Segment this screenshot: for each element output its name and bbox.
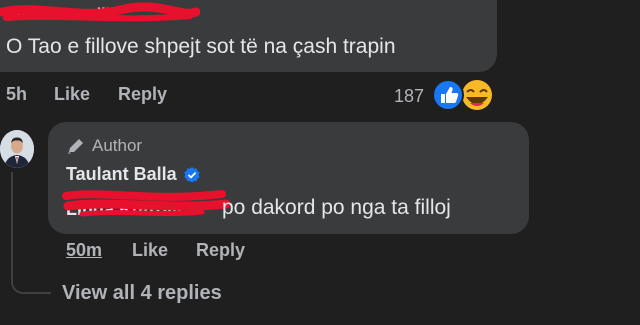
verified-badge-icon bbox=[184, 166, 200, 183]
reply-reply-button[interactable]: Reply bbox=[196, 240, 245, 261]
avatar-image bbox=[0, 130, 34, 168]
reaction-count[interactable]: 187 bbox=[394, 86, 424, 107]
comment-text: O Tao e fillove shpejt sot të na çash tr… bbox=[6, 35, 396, 58]
avatar[interactable] bbox=[0, 130, 34, 168]
reply-text: po dakord po nga ta filloj bbox=[222, 196, 451, 219]
reactions-summary[interactable] bbox=[431, 78, 495, 112]
reply-author-name[interactable]: Taulant Balla bbox=[66, 164, 177, 185]
reply-like-button[interactable]: Like bbox=[132, 240, 168, 261]
comment-timestamp[interactable]: 5h bbox=[6, 84, 27, 105]
author-badge-label: Author bbox=[92, 136, 143, 155]
reply-timestamp[interactable]: 50m bbox=[66, 240, 102, 261]
thread-connector bbox=[11, 172, 51, 294]
like-reaction-icon bbox=[432, 79, 464, 111]
comment-like-button[interactable]: Like bbox=[54, 84, 90, 105]
redaction-scribble bbox=[0, 2, 200, 22]
author-badge: Author bbox=[66, 136, 142, 156]
comment-reply-button[interactable]: Reply bbox=[118, 84, 167, 105]
reply-author[interactable]: Taulant Balla bbox=[66, 164, 201, 185]
redaction-scribble bbox=[62, 190, 231, 217]
haha-reaction-icon bbox=[462, 80, 492, 110]
pen-icon bbox=[68, 139, 83, 154]
view-all-replies-link[interactable]: View all 4 replies bbox=[62, 282, 222, 305]
